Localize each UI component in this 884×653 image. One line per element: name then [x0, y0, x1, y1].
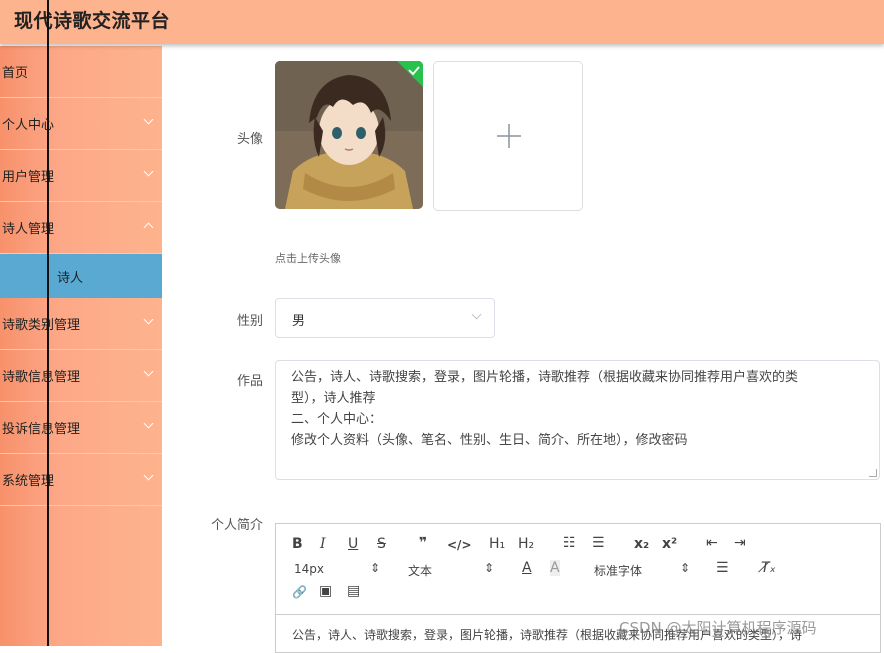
sidebar-item-poem-info-management[interactable]: 诗歌信息管理 [0, 350, 162, 402]
chevron-down-icon [143, 418, 154, 429]
sidebar-item-home[interactable]: 首页 [0, 46, 162, 98]
watermark: CSDN @太阳计算机程序源码 [619, 619, 817, 637]
outdent-button[interactable]: ⇤ [706, 535, 718, 551]
works-line: 二、个人中心： [291, 412, 383, 427]
sidebar-subitem-label: 诗人 [57, 271, 84, 286]
gender-select-value: 男 [292, 314, 306, 329]
chevron-down-icon [143, 366, 154, 377]
subscript-button[interactable]: x₂ [634, 536, 649, 552]
sidebar-item-personal-center[interactable]: 个人中心 [0, 98, 162, 150]
sidebar-item-poet-management[interactable]: 诗人管理 [0, 202, 162, 254]
video-button[interactable]: ▤ [347, 583, 360, 599]
resize-handle[interactable] [869, 469, 877, 477]
sidebar-item-complaint-management[interactable]: 投诉信息管理 [0, 402, 162, 454]
header-select[interactable]: 文本 [408, 562, 432, 579]
indent-button[interactable]: ⇥ [734, 535, 746, 551]
upload-hint: 点击上传头像 [275, 252, 341, 265]
chevron-down-icon [143, 166, 154, 177]
avatar-illustration [275, 61, 423, 209]
app-title: 现代诗歌交流平台 [14, 10, 171, 32]
avatar-upload-button[interactable] [433, 61, 583, 211]
blockquote-button[interactable]: ❞ [419, 535, 427, 551]
top-header: 现代诗歌交流平台 [0, 0, 884, 44]
font-size-select[interactable]: 14px [294, 562, 324, 576]
gender-select[interactable]: 男 [275, 298, 495, 338]
h2-button[interactable]: H₂ [518, 536, 534, 552]
font-family-select[interactable]: 标准字体 [594, 562, 642, 579]
underline-button[interactable]: U [348, 536, 358, 552]
works-textarea[interactable]: 公告，诗人、诗歌搜索，登录，图片轮播，诗歌推荐（根据收藏来协同推荐用户喜欢的类 … [275, 360, 880, 480]
chevron-up-icon [143, 222, 154, 233]
chevron-down-icon [143, 314, 154, 325]
strike-button[interactable]: S [377, 536, 386, 552]
editor-toolbar: B I U S ❞ </> H₁ H₂ ☷ ☰ x₂ x² ⇤ ⇥ 14px ⇕… [276, 524, 880, 615]
link-button[interactable]: 🔗 [292, 585, 307, 599]
sidebar-item-system-management[interactable]: 系统管理 [0, 454, 162, 506]
background-color-button[interactable]: A [550, 560, 560, 576]
works-line: 型），诗人推荐 [291, 391, 376, 406]
plus-icon [497, 124, 521, 148]
sidebar-item-label: 投诉信息管理 [2, 422, 81, 437]
works-label: 作品 [236, 374, 263, 389]
sidebar-item-label: 诗歌信息管理 [2, 370, 81, 385]
gender-label: 性别 [236, 314, 263, 329]
updown-icon: ⇕ [680, 561, 691, 575]
sidebar-subitem-poet[interactable]: 诗人 [0, 254, 162, 298]
italic-button[interactable]: I [320, 536, 326, 552]
align-button[interactable]: ☰ [716, 560, 729, 576]
sidebar: 首页 个人中心 用户管理 诗人管理 诗人 诗歌类别管理 诗歌信息管理 投诉信息管… [0, 46, 162, 646]
avatar-label: 头像 [236, 132, 263, 147]
vertical-divider-line [47, 0, 49, 646]
text-color-button[interactable]: A [522, 560, 532, 576]
code-button[interactable]: </> [447, 538, 472, 552]
works-line: 修改个人资料（头像、笔名、性别、生日、简介、所在地），修改密码 [291, 433, 688, 448]
sidebar-item-label: 首页 [2, 66, 29, 81]
bullet-list-button[interactable]: ☰ [592, 535, 605, 551]
clear-format-button[interactable]: T̸ₓ [761, 560, 776, 576]
avatar-image[interactable] [275, 61, 423, 209]
image-button[interactable]: ▣ [319, 583, 332, 599]
ordered-list-button[interactable]: ☷ [563, 535, 576, 551]
bold-button[interactable]: B [292, 536, 303, 552]
h1-button[interactable]: H₁ [489, 536, 505, 552]
works-line: 公告，诗人、诗歌搜索，登录，图片轮播，诗歌推荐（根据收藏来协同推荐用户喜欢的类 [291, 370, 799, 385]
updown-icon: ⇕ [370, 561, 381, 575]
intro-label: 个人简介 [210, 518, 263, 533]
updown-icon: ⇕ [484, 561, 495, 575]
sidebar-item-user-management[interactable]: 用户管理 [0, 150, 162, 202]
sidebar-item-label: 诗歌类别管理 [2, 318, 81, 333]
chevron-down-icon [471, 309, 482, 320]
chevron-down-icon [143, 114, 154, 125]
sidebar-item-poem-category-management[interactable]: 诗歌类别管理 [0, 298, 162, 350]
chevron-down-icon [143, 470, 154, 481]
superscript-button[interactable]: x² [662, 536, 677, 552]
